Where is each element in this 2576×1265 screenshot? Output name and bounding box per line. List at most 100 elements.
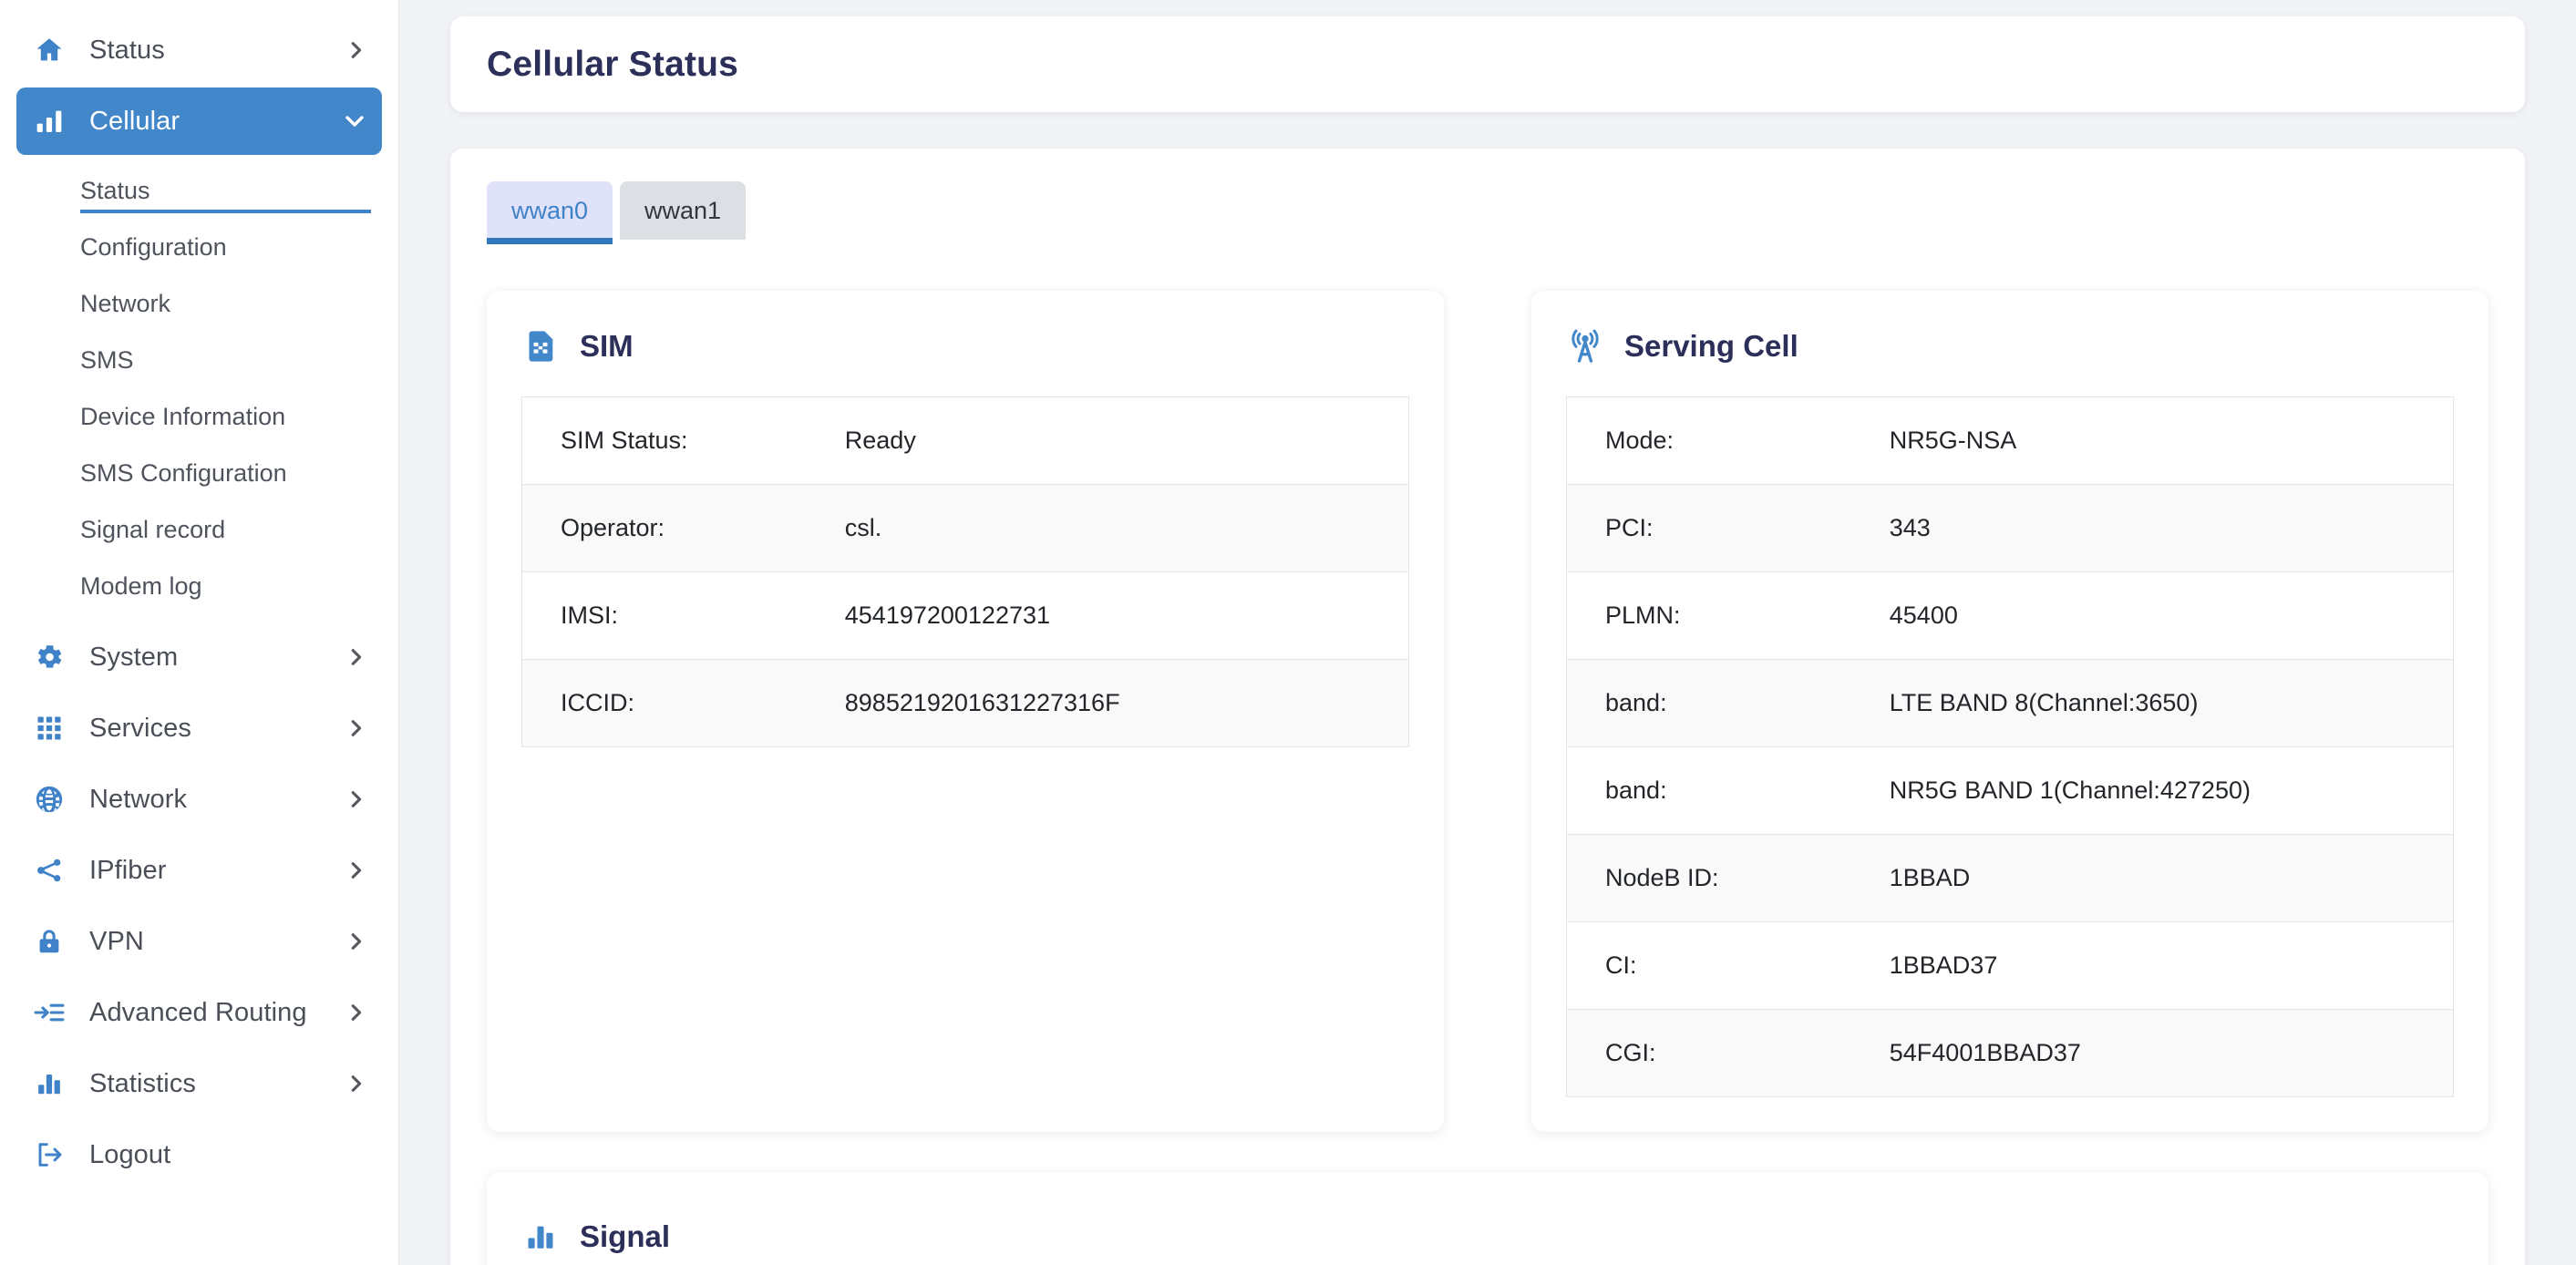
table-row: PCI: 343: [1566, 484, 2454, 572]
sidebar-item-logout[interactable]: Logout: [16, 1121, 382, 1188]
tab-label: wwan1: [644, 196, 722, 224]
signal-card: Signal: [487, 1172, 2488, 1265]
row-value: NR5G BAND 1(Channel:427250): [1889, 776, 2251, 804]
row-key: IMSI:: [561, 602, 619, 629]
serving-cell-card-title: Serving Cell: [1624, 329, 1798, 363]
table-row: CGI: 54F4001BBAD37: [1566, 1009, 2454, 1097]
submenu-item-label: Signal record: [80, 515, 226, 543]
submenu-item-configuration[interactable]: Configuration: [0, 219, 398, 275]
submenu-item-network[interactable]: Network: [0, 275, 398, 332]
chevron-right-icon: [345, 860, 366, 880]
sidebar-item-cellular[interactable]: Cellular: [16, 87, 382, 155]
table-row: PLMN: 45400: [1566, 572, 2454, 660]
row-key: CI:: [1605, 951, 1637, 979]
table-row: Operator: csl.: [521, 484, 1409, 572]
logout-icon: [29, 1140, 69, 1169]
tab-wwan0[interactable]: wwan0: [487, 181, 613, 244]
table-row: IMSI: 454197200122731: [521, 572, 1409, 660]
chevron-right-icon: [345, 718, 366, 738]
submenu-item-label: Network: [80, 289, 171, 317]
sim-card: SIM SIM Status: Ready Operator: csl. IMS…: [487, 291, 1444, 1132]
submenu-item-status[interactable]: Status: [0, 162, 398, 219]
serving-cell-info-table: Mode: NR5G-NSA PCI: 343 PLMN: 45400 band…: [1566, 396, 2454, 1097]
app-root: Status Cellular Status Configuration Net…: [0, 0, 2576, 1265]
sidebar-item-ipfiber[interactable]: IPfiber: [16, 837, 382, 904]
chevron-right-icon: [345, 789, 366, 809]
chevron-right-icon: [345, 1074, 366, 1094]
cellular-submenu: Status Configuration Network SMS Device …: [0, 159, 398, 623]
lock-icon: [29, 927, 69, 956]
grid-apps-icon: [29, 715, 69, 742]
row-key: PCI:: [1605, 514, 1654, 541]
submenu-item-label: Status: [80, 176, 150, 204]
sidebar-item-label: Logout: [89, 1139, 171, 1169]
row-value: Ready: [844, 427, 916, 454]
row-value: 454197200122731: [844, 602, 1051, 629]
submenu-item-sms[interactable]: SMS: [0, 332, 398, 388]
row-value: LTE BAND 8(Channel:3650): [1889, 689, 2199, 716]
sidebar-item-statistics[interactable]: Statistics: [16, 1050, 382, 1117]
row-value: NR5G-NSA: [1889, 427, 2017, 454]
signal-card-header: Signal: [521, 1218, 2454, 1256]
sidebar-item-label: System: [89, 642, 179, 672]
globe-icon: [29, 784, 69, 815]
sidebar-item-label: IPfiber: [89, 855, 167, 885]
sidebar-item-label: Services: [89, 713, 191, 743]
sim-card-header: SIM: [521, 327, 1409, 365]
cellular-status-panel: wwan0 wwan1 SIM SIM Status: Ready Operat…: [450, 149, 2525, 1265]
sidebar-item-label: Advanced Routing: [89, 997, 307, 1027]
submenu-item-sms-configuration[interactable]: SMS Configuration: [0, 445, 398, 501]
submenu-item-device-information[interactable]: Device Information: [0, 388, 398, 445]
gear-icon: [29, 642, 69, 673]
chevron-right-icon: [345, 40, 366, 60]
row-value: 1BBAD37: [1889, 951, 1998, 979]
sidebar-item-label: VPN: [89, 926, 144, 956]
submenu-item-label: SMS: [80, 345, 134, 374]
table-row: band: LTE BAND 8(Channel:3650): [1566, 659, 2454, 747]
sidebar-item-system[interactable]: System: [16, 623, 382, 691]
page-header: Cellular Status: [450, 16, 2525, 112]
sidebar-item-status[interactable]: Status: [16, 16, 382, 84]
sidebar-item-advanced-routing[interactable]: Advanced Routing: [16, 979, 382, 1046]
page-title: Cellular Status: [487, 44, 739, 84]
table-row: band: NR5G BAND 1(Channel:427250): [1566, 747, 2454, 835]
bar-chart-icon: [521, 1218, 560, 1256]
row-key: band:: [1605, 776, 1667, 804]
sidebar-item-label: Cellular: [89, 106, 180, 136]
row-value: 45400: [1889, 602, 1958, 629]
row-key: CGI:: [1605, 1039, 1656, 1066]
submenu-item-label: Modem log: [80, 571, 202, 600]
chevron-down-icon: [344, 110, 366, 132]
submenu-item-modem-log[interactable]: Modem log: [0, 558, 398, 614]
serving-cell-card-header: Serving Cell: [1566, 327, 2454, 365]
sidebar-item-network[interactable]: Network: [16, 766, 382, 833]
row-key: Operator:: [561, 514, 665, 541]
row-key: SIM Status:: [561, 427, 688, 454]
submenu-item-label: SMS Configuration: [80, 458, 287, 487]
serving-cell-card: Serving Cell Mode: NR5G-NSA PCI: 343 PLM…: [1531, 291, 2488, 1132]
sim-card-title: SIM: [580, 329, 634, 363]
row-value: 1BBAD: [1889, 864, 1971, 891]
submenu-item-signal-record[interactable]: Signal record: [0, 501, 398, 558]
tab-label: wwan0: [510, 196, 589, 224]
submenu-item-label: Configuration: [80, 232, 227, 261]
home-icon: [29, 35, 69, 66]
sidebar-item-label: Status: [89, 35, 165, 65]
sidebar-item-services[interactable]: Services: [16, 694, 382, 762]
main-content: Cellular Status wwan0 wwan1 SIM SIM Stat…: [399, 0, 2576, 1265]
row-value: csl.: [844, 514, 882, 541]
interface-tabs: wwan0 wwan1: [487, 181, 2488, 244]
table-row: ICCID: 8985219201631227316F: [521, 659, 1409, 747]
row-key: band:: [1605, 689, 1667, 716]
row-key: PLMN:: [1605, 602, 1681, 629]
submenu-item-label: Device Information: [80, 402, 286, 430]
route-arrow-icon: [29, 997, 69, 1028]
table-row: Mode: NR5G-NSA: [1566, 397, 2454, 485]
bar-chart-icon: [29, 1070, 69, 1097]
tab-wwan1[interactable]: wwan1: [620, 181, 746, 240]
row-value: 343: [1889, 514, 1931, 541]
row-value: 8985219201631227316F: [844, 689, 1120, 716]
sidebar-item-vpn[interactable]: VPN: [16, 908, 382, 975]
chevron-right-icon: [345, 647, 366, 667]
